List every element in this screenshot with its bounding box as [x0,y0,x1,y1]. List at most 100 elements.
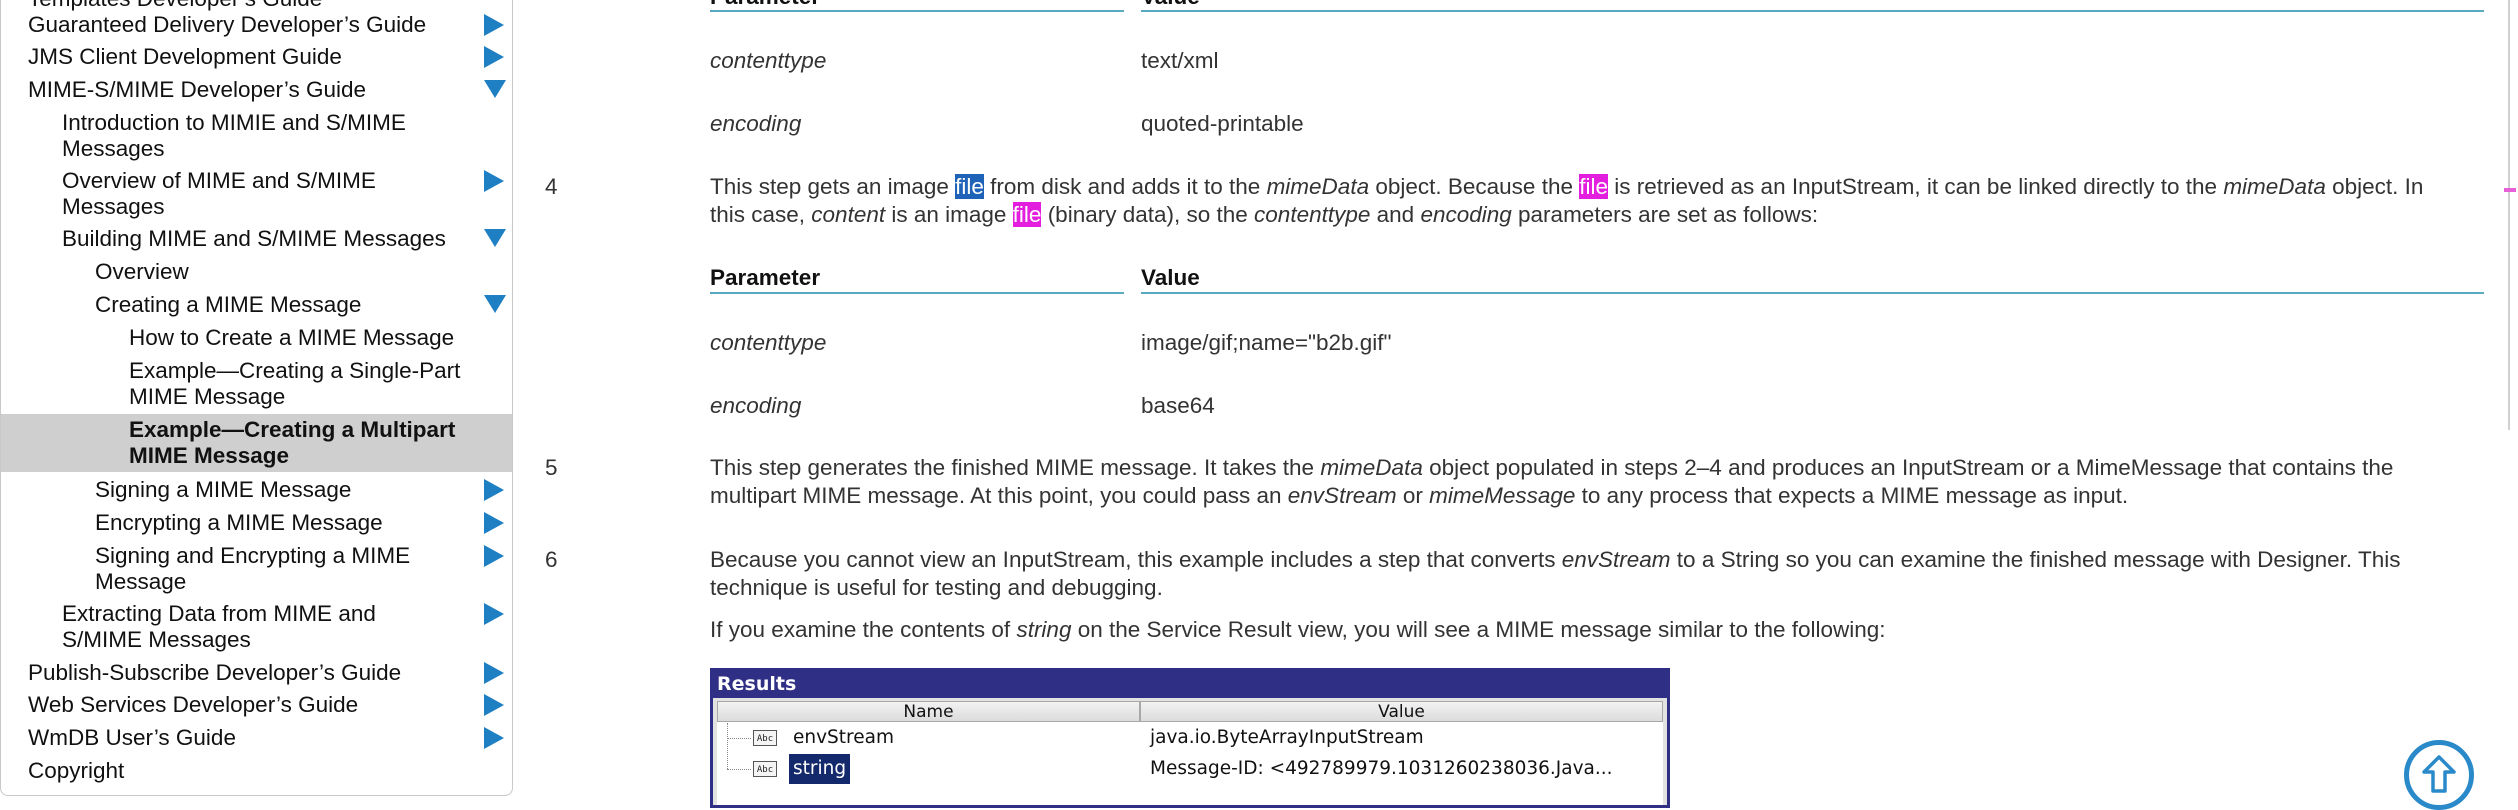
toc-item-label: Signing a MIME Message [95,477,352,502]
expand-right-icon[interactable] [484,14,504,36]
step4-text-line1: This step gets an image file from disk a… [710,174,2424,199]
table-header-rule [710,10,1124,12]
results-row-name: string [789,754,851,784]
param-value: image/gif;name="b2b.gif" [1141,330,1392,355]
param-name: contenttype [710,48,827,73]
toc-item-label: JMS Client Development Guide [28,44,342,69]
step-number: 5 [545,455,558,480]
toc-item-label: Overview of MIME and S/MIME Messages [62,168,376,219]
toc-item-label: Example—Creating a Multipart MIME Messag… [129,417,456,468]
expand-right-icon[interactable] [484,512,504,534]
param-value: base64 [1141,393,1215,418]
results-column-value: Value [1140,701,1663,722]
toc-sidebar: Templates Developer’s Guide Guaranteed D… [0,0,513,796]
results-row: Abc string Message-ID: <492789979.103126… [717,754,1663,784]
toc-item-building-mime[interactable]: Building MIME and S/MIME Messages [1,226,512,252]
toc-item-how-to-create[interactable]: How to Create a MIME Message [1,325,512,351]
step6-text-line2: technique is useful for testing and debu… [710,575,1163,600]
back-to-top-button[interactable] [2404,740,2474,810]
results-row-name: envStream [793,727,894,748]
toc-item-label: MIME-S/MIME Developer’s Guide [28,77,367,102]
toc-item-signing-mime[interactable]: Signing a MIME Message [1,477,512,503]
param-value: text/xml [1141,48,1219,73]
table-header-value: Value [1141,265,1200,290]
toc-item-signing-encrypting[interactable]: Signing and Encrypting a MIME Message [1,543,512,595]
toc-item-label: Templates Developer’s Guide [1,0,512,12]
collapse-down-icon[interactable] [484,229,506,247]
search-highlight: file [1579,174,1608,199]
step5-text-line2: multipart MIME message. At this point, y… [710,483,2129,508]
table-header-parameter: Parameter [710,265,821,290]
toc-item-intro-mime[interactable]: Introduction to MIMIE and S/MIME Message… [1,110,512,162]
toc-item-publish-subscribe[interactable]: Publish-Subscribe Developer’s Guide [1,660,512,686]
search-highlight: file [1012,202,1042,227]
toc-item-copyright[interactable]: Copyright [1,758,512,784]
expand-right-icon[interactable] [484,662,504,684]
step4-text-line2: this case, content is an image file (bin… [710,202,1819,227]
toc-item-single-part-example[interactable]: Example—Creating a Single-Part MIME Mess… [1,358,512,410]
toc-item-label: Guaranteed Delivery Developer’s Guide [28,12,427,37]
expand-right-icon[interactable] [484,479,504,501]
collapse-down-icon[interactable] [484,295,506,313]
toc-item-label: Overview [95,259,189,284]
expand-right-icon[interactable] [484,694,504,716]
toc-item-label: WmDB User’s Guide [28,725,236,750]
toc-item-wmdb[interactable]: WmDB User’s Guide [1,725,512,751]
collapse-down-icon[interactable] [484,80,506,98]
results-panel-figure: Results Name Value Abc envStream java.io… [710,668,1670,808]
step-number: 4 [545,174,558,199]
table-header-value: Value [1141,0,1200,10]
search-match-marker [2504,188,2516,192]
toc-item-label: Web Services Developer’s Guide [28,692,359,717]
table-header-rule [1141,10,2484,12]
search-highlight-current: file [955,174,984,199]
step5-text-line1: This step generates the finished MIME me… [710,455,2394,480]
table-header-parameter: Parameter [710,0,820,10]
toc-item-templates-guide[interactable]: Templates Developer’s Guide [1,0,512,12]
toc-item-label: Copyright [28,758,125,783]
results-column-name: Name [717,701,1140,722]
results-title: Results [713,671,1667,698]
table-header-rule [710,292,1124,294]
toc-item-label: Building MIME and S/MIME Messages [62,226,446,251]
results-row: Abc envStream java.io.ByteArrayInputStre… [717,723,1663,753]
toc-item-mime-smime-guide[interactable]: MIME-S/MIME Developer’s Guide [1,77,512,103]
expand-right-icon[interactable] [484,170,504,192]
results-row-value: Message-ID: <492789979.1031260238036.Jav… [1150,758,1613,779]
abc-icon: Abc [753,761,777,777]
expand-right-icon[interactable] [484,46,504,68]
expand-right-icon[interactable] [484,545,504,567]
toc-item-web-services[interactable]: Web Services Developer’s Guide [1,692,512,718]
toc-item-creating-mime[interactable]: Creating a MIME Message [1,292,512,318]
toc-item-multipart-example[interactable]: Example—Creating a Multipart MIME Messag… [1,414,512,472]
param-name: contenttype [710,330,827,355]
scrollbar[interactable] [2508,0,2510,430]
toc-item-label: Publish-Subscribe Developer’s Guide [28,660,402,685]
toc-item-label: Example—Creating a Single-Part MIME Mess… [129,358,461,409]
toc-item-encrypting-mime[interactable]: Encrypting a MIME Message [1,510,512,536]
step6-text-line1: Because you cannot view an InputStream, … [710,547,2401,572]
toc-item-jms-client[interactable]: JMS Client Development Guide [1,44,512,70]
table-header-rule [1141,292,2484,294]
toc-item-label: Encrypting a MIME Message [95,510,383,535]
tree-connector [727,738,751,739]
toc-item-label: Introduction to MIMIE and S/MIME Message… [62,110,406,161]
step-number: 6 [545,547,558,572]
step6-text-line3: If you examine the contents of string on… [710,617,1886,642]
toc-item-guaranteed-delivery[interactable]: Guaranteed Delivery Developer’s Guide [1,12,512,38]
expand-right-icon[interactable] [484,727,504,749]
toc-item-overview[interactable]: Overview [1,259,512,285]
toc-item-extracting-data[interactable]: Extracting Data from MIME and S/MIME Mes… [1,601,512,653]
toc-item-label: How to Create a MIME Message [129,325,455,350]
arrow-up-circle-icon [2422,755,2456,793]
results-grid: Name Value Abc envStream java.io.ByteArr… [717,701,1663,805]
toc-item-label: Creating a MIME Message [95,292,362,317]
results-row-value: java.io.ByteArrayInputStream [1150,727,1424,748]
expand-right-icon[interactable] [484,603,504,625]
param-name: encoding [710,393,802,418]
toc-item-label: Signing and Encrypting a MIME Message [95,543,411,594]
toc-item-overview-mime[interactable]: Overview of MIME and S/MIME Messages [1,168,512,220]
param-name: encoding [710,111,802,136]
toc-item-label: Extracting Data from MIME and S/MIME Mes… [62,601,376,652]
tree-connector [727,769,751,770]
